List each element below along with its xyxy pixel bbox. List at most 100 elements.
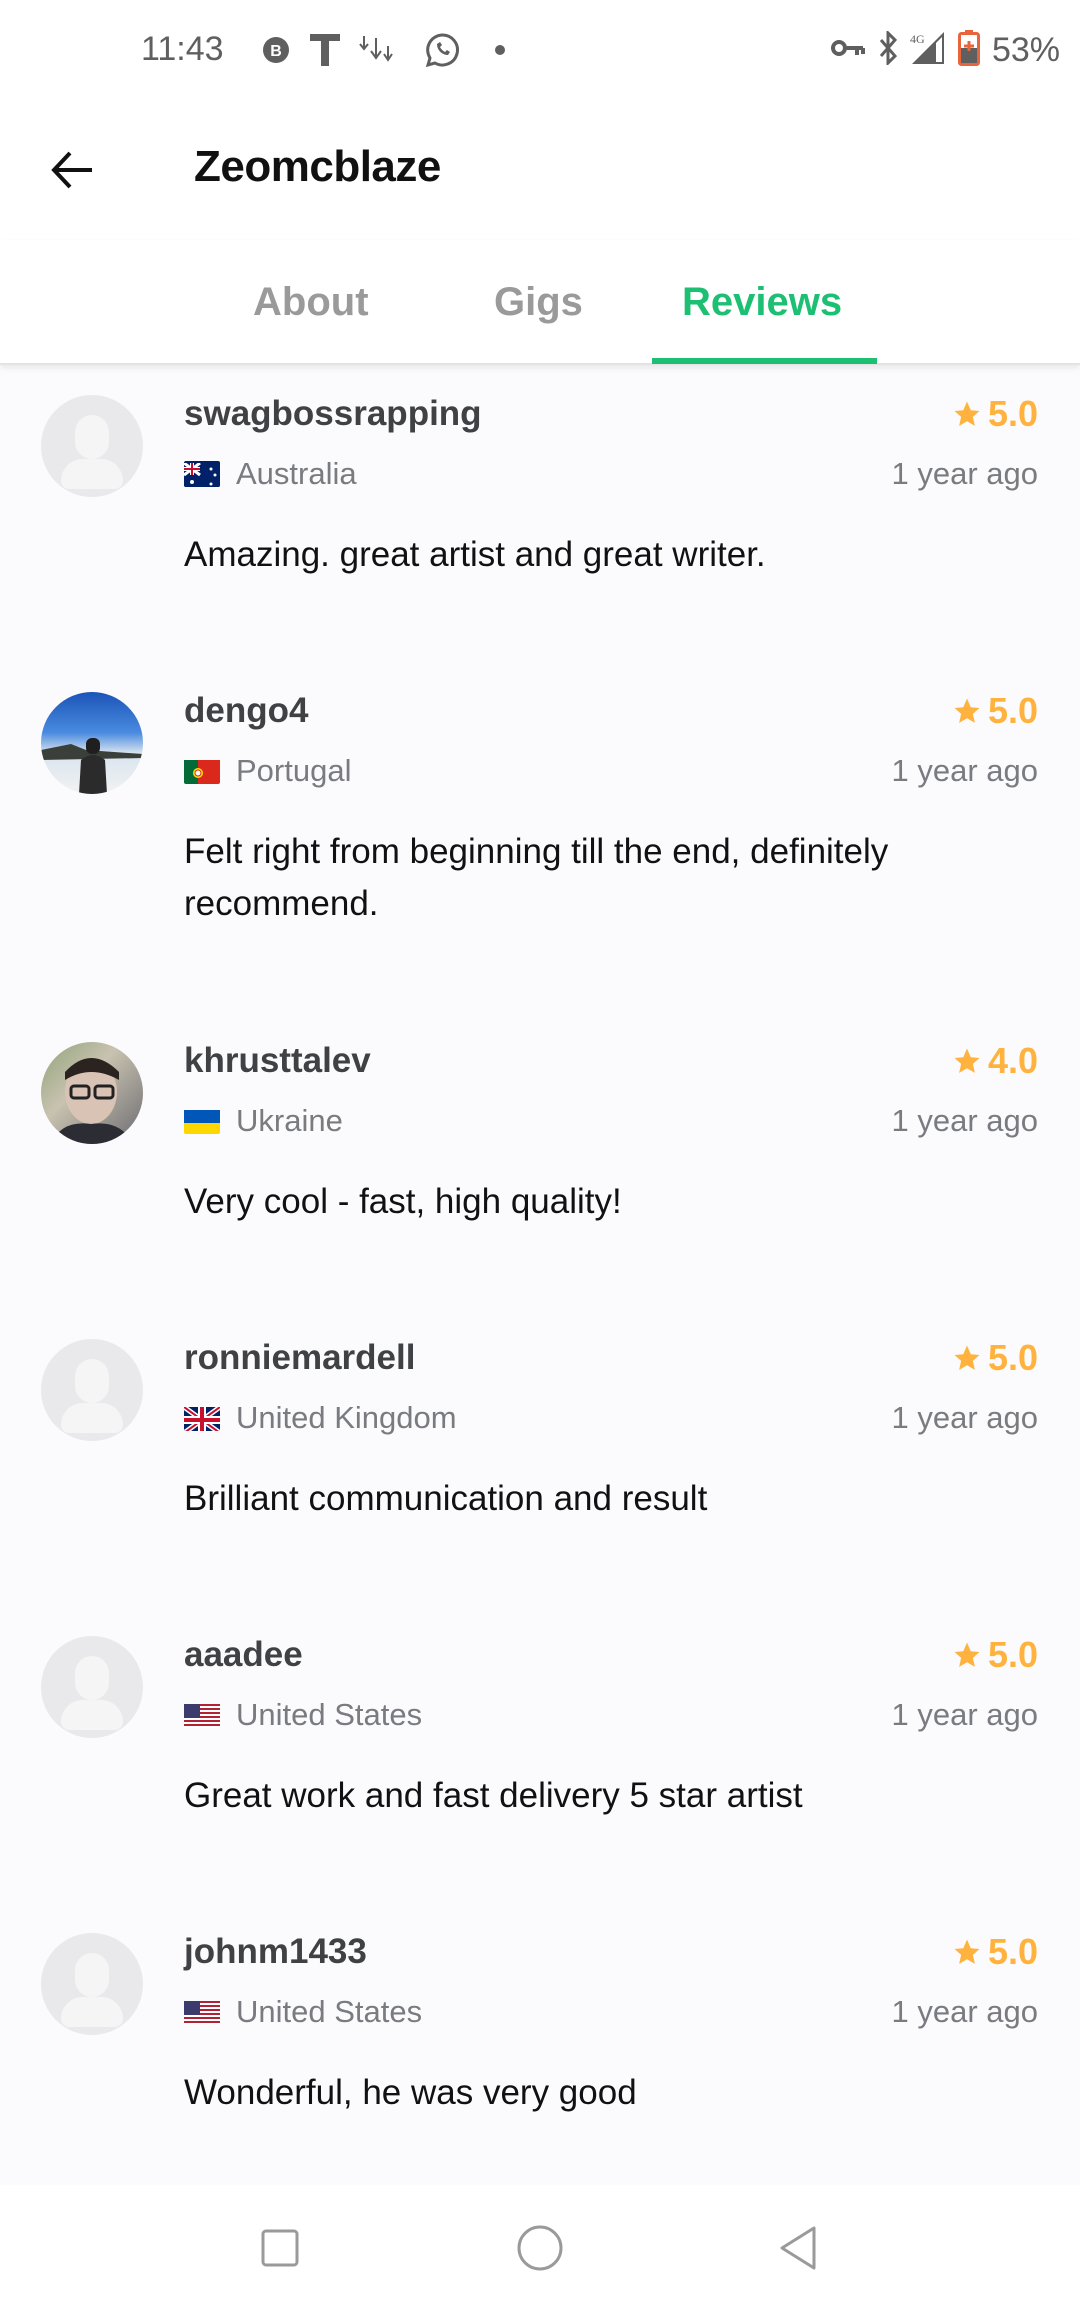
status-bar: 11:43 B 4G 53% xyxy=(0,0,1080,100)
star-icon xyxy=(954,1642,980,1667)
svg-text:4G: 4G xyxy=(910,32,925,46)
avatar[interactable] xyxy=(41,1042,143,1144)
reviewer-username[interactable]: johnm1433 xyxy=(184,1932,367,1972)
avatar-placeholder-icon xyxy=(75,1656,109,1700)
review-time: 1 year ago xyxy=(891,1103,1039,1138)
home-circle-icon xyxy=(516,2224,564,2277)
avatar-placeholder-icon xyxy=(75,415,109,459)
country-name: Ukraine xyxy=(236,1103,343,1138)
reviewer-username[interactable]: ronniemardell xyxy=(184,1338,415,1378)
recents-button[interactable] xyxy=(245,2215,315,2285)
t-icon xyxy=(310,30,340,70)
flag-australia-icon xyxy=(184,461,220,487)
country-name: Portugal xyxy=(236,753,352,788)
tab-reviews[interactable]: Reviews xyxy=(682,280,842,325)
review-item: khrusttalev 4.0 Ukraine 1 year ago Very … xyxy=(0,1014,1080,1311)
review-comment: Felt right from beginning till the end, … xyxy=(184,832,889,923)
flag-portugal-icon xyxy=(184,758,220,784)
avatar[interactable] xyxy=(41,395,143,497)
system-back-button[interactable] xyxy=(763,2215,833,2285)
rating: 4.0 xyxy=(952,1040,1038,1082)
download-arrows-icon xyxy=(358,30,398,70)
rating-value: 5.0 xyxy=(987,393,1038,434)
rating-value: 5.0 xyxy=(987,1634,1038,1675)
reviewer-username[interactable]: dengo4 xyxy=(184,691,308,731)
home-button[interactable] xyxy=(505,2215,575,2285)
star-icon xyxy=(954,401,980,426)
review-time: 1 year ago xyxy=(891,456,1039,491)
avatar[interactable] xyxy=(41,692,143,794)
flag-ukraine-icon xyxy=(184,1108,220,1134)
avatar[interactable] xyxy=(41,1339,143,1441)
review-item: dengo4 5.0 Portugal 1 year ago Felt righ… xyxy=(0,664,1080,1014)
recents-square-icon xyxy=(260,2228,300,2273)
avatar-placeholder-icon xyxy=(75,1359,109,1403)
back-button[interactable] xyxy=(40,140,104,204)
rating: 5.0 xyxy=(952,690,1038,732)
rating-value: 4.0 xyxy=(987,1040,1038,1081)
rating: 5.0 xyxy=(952,1931,1038,1973)
reviewer-country: Ukraine xyxy=(184,1103,343,1139)
review-time: 1 year ago xyxy=(891,753,1039,788)
rating: 5.0 xyxy=(952,1337,1038,1379)
star-icon xyxy=(954,698,980,723)
page-title: Zeomcblaze xyxy=(194,142,441,191)
review-comment: Amazing. great artist and great writer. xyxy=(184,535,766,574)
b-circle-icon: B xyxy=(262,30,290,70)
flag-uk-icon xyxy=(184,1405,220,1431)
avatar-photo xyxy=(41,738,143,794)
avatar-placeholder-body xyxy=(61,1403,123,1433)
svg-text:B: B xyxy=(270,43,282,60)
rating: 5.0 xyxy=(952,1634,1038,1676)
tab-bar: About Gigs Reviews xyxy=(0,240,1080,365)
review-time: 1 year ago xyxy=(891,1400,1039,1435)
tab-gigs[interactable]: Gigs xyxy=(494,280,583,325)
review-comment: Wonderful, he was very good xyxy=(184,2073,637,2112)
rating-value: 5.0 xyxy=(987,1337,1038,1378)
rating: 5.0 xyxy=(952,393,1038,435)
review-item: aaadee 5.0 United States 1 year ago Grea… xyxy=(0,1608,1080,1905)
review-item: ronniemardell 5.0 United Kingdom 1 year … xyxy=(0,1311,1080,1608)
rating-value: 5.0 xyxy=(987,1931,1038,1972)
review-item: johnm1433 5.0 United States 1 year ago W… xyxy=(0,1905,1080,2202)
dot-icon xyxy=(494,30,506,70)
review-list[interactable]: swagbossrapping 5.0 Australia 1 year ago… xyxy=(0,367,1080,2202)
status-time: 11:43 xyxy=(141,30,224,68)
whatsapp-icon xyxy=(424,30,460,70)
vpn-key-icon xyxy=(830,37,866,64)
reviewer-country: United Kingdom xyxy=(184,1400,457,1436)
star-icon xyxy=(954,1939,980,1964)
flag-usa-icon xyxy=(184,1999,220,2025)
country-name: United States xyxy=(236,1697,423,1732)
reviewer-username[interactable]: khrusttalev xyxy=(184,1041,371,1081)
avatar-photo xyxy=(51,1058,133,1144)
back-triangle-icon xyxy=(778,2226,818,2275)
active-tab-indicator xyxy=(652,358,877,364)
star-icon xyxy=(954,1048,980,1073)
review-time: 1 year ago xyxy=(891,1994,1039,2029)
review-time: 1 year ago xyxy=(891,1697,1039,1732)
avatar-placeholder-body xyxy=(61,1700,123,1730)
avatar-placeholder-icon xyxy=(75,1953,109,1997)
reviewer-country: United States xyxy=(184,1697,422,1733)
reviewer-username[interactable]: aaadee xyxy=(184,1635,303,1675)
avatar-placeholder-body xyxy=(61,459,123,489)
review-comment: Great work and fast delivery 5 star arti… xyxy=(184,1776,803,1815)
review-comment: Brilliant communication and result xyxy=(184,1479,708,1518)
country-name: United States xyxy=(236,1994,423,2029)
battery-percent: 53% xyxy=(991,30,1060,69)
reviewer-username[interactable]: swagbossrapping xyxy=(184,394,482,434)
flag-usa-icon xyxy=(184,1702,220,1728)
avatar[interactable] xyxy=(41,1933,143,2035)
signal-4g-icon: 4G xyxy=(910,31,946,70)
review-comment: Very cool - fast, high quality! xyxy=(184,1182,622,1221)
avatar-placeholder-body xyxy=(61,1997,123,2027)
reviewer-country: Portugal xyxy=(184,753,351,789)
app-bar: Zeomcblaze xyxy=(0,100,1080,240)
reviewer-country: Australia xyxy=(184,456,357,492)
bluetooth-icon xyxy=(878,28,898,70)
review-item: swagbossrapping 5.0 Australia 1 year ago… xyxy=(0,367,1080,664)
battery-charging-icon xyxy=(957,29,980,71)
tab-about[interactable]: About xyxy=(253,280,369,325)
avatar[interactable] xyxy=(41,1636,143,1738)
